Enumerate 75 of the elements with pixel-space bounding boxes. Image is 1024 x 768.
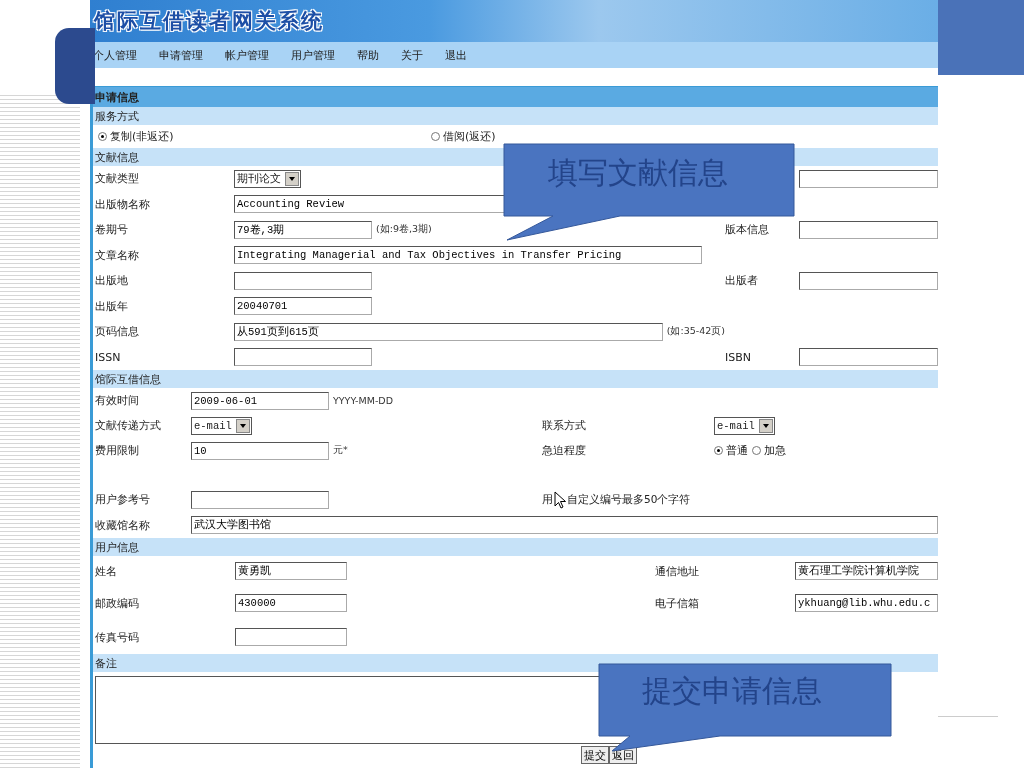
- field-label: 出版者: [725, 273, 758, 289]
- section-heading: 馆际互借信息: [93, 370, 938, 388]
- field-label: 联系方式: [542, 418, 586, 433]
- text-field[interactable]: ykhuang@lib.whu.edu.c: [795, 594, 938, 612]
- text-field[interactable]: 从591页到615页: [234, 322, 663, 341]
- form-title: 申请信息: [93, 87, 938, 107]
- field-label: 电子信箱: [655, 595, 699, 611]
- form-button[interactable]: 提交: [581, 746, 609, 764]
- radio-label: 借阅(返还): [443, 129, 496, 144]
- cursor-icon: [554, 490, 566, 509]
- nav-link[interactable]: 关于: [401, 47, 423, 63]
- text-field[interactable]: 2009-06-01: [191, 391, 329, 410]
- radio-label: 加急: [764, 443, 786, 458]
- field-label: ISSN: [95, 350, 122, 364]
- caret-icon: [235, 418, 250, 433]
- field-label: 出版物名称: [95, 196, 151, 212]
- dropdown[interactable]: e-mail: [191, 416, 252, 435]
- field-hint: (如:35-42页): [666, 325, 725, 339]
- nav-link[interactable]: 申请管理: [159, 47, 203, 63]
- text-field[interactable]: 10: [191, 441, 329, 460]
- text-field[interactable]: 430000: [235, 594, 347, 612]
- text-field[interactable]: 黄勇凯: [235, 562, 347, 580]
- field-hint: YYYY-MM-DD: [333, 395, 393, 406]
- field-label: 出版年: [95, 298, 129, 314]
- text-field[interactable]: [191, 490, 329, 509]
- field-label: 用户参考号: [95, 492, 151, 507]
- text-field[interactable]: Integrating Managerial and Tax Objectives in Transfer Pricing: [234, 246, 702, 265]
- field-note: 用: [542, 492, 553, 507]
- section-heading: 用户信息: [93, 538, 938, 556]
- field-label: 卷期号: [95, 222, 129, 238]
- text-field[interactable]: 武汉大学图书馆: [191, 516, 938, 534]
- field-label: 版本信息: [725, 222, 769, 238]
- radio-button[interactable]: [714, 446, 723, 455]
- caret-icon: [758, 418, 773, 433]
- text-field[interactable]: [799, 271, 938, 290]
- app-title: 馆际互借读者网关系统: [94, 8, 324, 35]
- field-label: 收藏馆名称: [95, 517, 151, 533]
- text-field[interactable]: [235, 628, 347, 646]
- text-field[interactable]: [799, 348, 938, 367]
- nav-link[interactable]: 退出: [445, 47, 467, 63]
- field-label: 传真号码: [95, 629, 140, 645]
- nav-link[interactable]: 用户管理: [291, 47, 335, 63]
- field-label: 文献传递方式: [95, 418, 162, 433]
- field-label: 文献类型: [95, 171, 140, 187]
- text-field[interactable]: [799, 169, 938, 188]
- text-field[interactable]: [234, 271, 372, 290]
- field-label: 文章名称: [95, 247, 140, 263]
- field-label: 费用限制: [95, 443, 140, 458]
- field-label: 急迫程度: [542, 443, 586, 458]
- radio-button[interactable]: [431, 132, 440, 141]
- field-hint: (如:9卷,3期): [376, 223, 432, 237]
- section-heading: 服务方式: [93, 107, 938, 125]
- field-label: 出版地: [95, 273, 129, 289]
- radio-button[interactable]: [98, 132, 107, 141]
- field-label: 页码信息: [95, 324, 140, 340]
- radio-button[interactable]: [752, 446, 761, 455]
- field-label: 姓名: [95, 563, 118, 579]
- nav-link[interactable]: 帐户管理: [225, 47, 269, 63]
- radio-label: 普通: [726, 443, 748, 458]
- dropdown[interactable]: e-mail: [714, 416, 775, 435]
- field-label: 通信地址: [655, 563, 699, 579]
- text-field[interactable]: 黄石理工学院计算机学院: [795, 562, 938, 580]
- field-label: 邮政编码: [95, 595, 140, 611]
- caret-icon: [285, 171, 299, 186]
- text-field[interactable]: 79卷,3期: [234, 220, 372, 239]
- text-field[interactable]: [234, 348, 372, 367]
- text-field[interactable]: [799, 220, 938, 239]
- field-label: 有效时间: [95, 393, 140, 408]
- nav-link[interactable]: 帮助: [357, 47, 379, 63]
- dropdown[interactable]: 期刊论文: [234, 169, 301, 188]
- text-field[interactable]: 20040701: [234, 297, 372, 316]
- field-note: 自定义编号最多50个字符: [567, 492, 691, 507]
- field-hint: 元*: [333, 444, 348, 457]
- field-label: ISBN: [725, 350, 751, 364]
- radio-label: 复制(非返还): [110, 129, 174, 144]
